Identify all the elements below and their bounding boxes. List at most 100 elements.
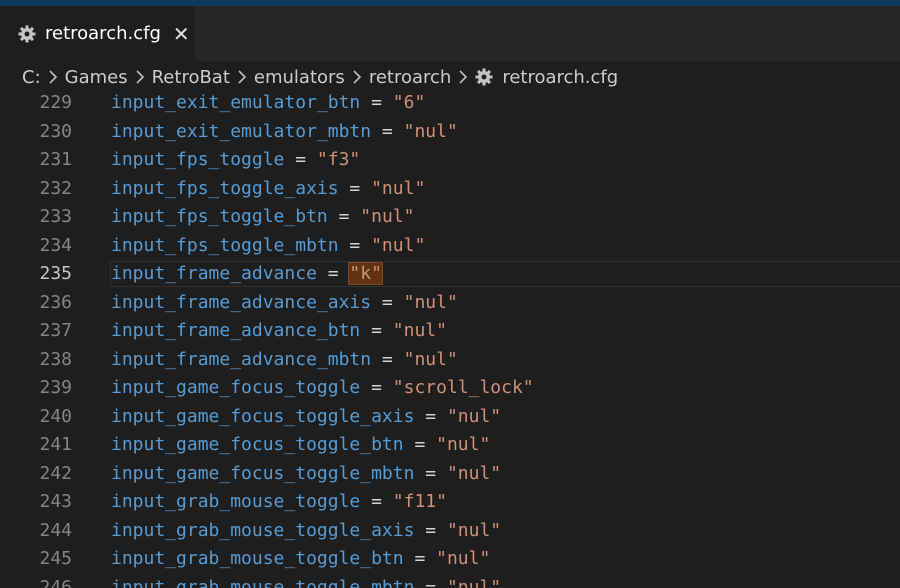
config-value: "nul" [446,519,502,541]
code-line[interactable]: 236 input_frame_advance_axis = "nul" [0,289,900,318]
assignment-operator: = [403,434,437,455]
code-text: input_exit_emulator_mbtn = "nul" [111,118,458,147]
code-line[interactable]: 235 input_frame_advance = "k" [0,260,900,289]
config-value: "f3" [316,149,361,170]
gear-icon [18,25,36,43]
code-line[interactable]: 243 input_grab_mouse_toggle = "f11" [0,488,900,517]
config-key: input_game_focus_toggle_btn [111,434,404,455]
code-line[interactable]: 231 input_fps_toggle = "f3" [0,146,900,175]
code-line[interactable]: 241 input_game_focus_toggle_btn = "nul" [0,431,900,460]
code-line[interactable]: 245 input_grab_mouse_toggle_btn = "nul" [0,545,900,574]
code-text: input_fps_toggle_axis = "nul" [111,175,425,204]
line-number: 240 [39,405,72,427]
chevron-right-icon [237,70,247,84]
config-key: input_fps_toggle [111,149,285,170]
tab-retroarch-cfg[interactable]: retroarch.cfg ✕ [0,6,195,61]
assignment-operator: = [414,519,447,541]
line-number: 231 [39,149,72,170]
breadcrumb-item[interactable]: emulators [254,67,345,88]
config-value: "nul" [371,177,426,199]
config-key: input_frame_advance_axis [111,291,372,313]
breadcrumb-item[interactable]: Games [65,67,128,88]
assignment-operator: = [360,377,393,398]
config-key: input_fps_toggle_mbtn [111,234,339,256]
line-number: 243 [39,491,72,512]
assignment-operator: = [371,348,404,370]
code-line[interactable]: 238 input_frame_advance_mbtn = "nul" [0,346,900,375]
code-text: input_grab_mouse_toggle_mbtn = "nul" [111,574,501,588]
code-text: input_game_focus_toggle_axis = "nul" [111,403,501,432]
assignment-operator: = [403,548,437,569]
assignment-operator: = [360,491,393,512]
line-number: 233 [39,206,72,227]
config-key: input_grab_mouse_toggle_axis [111,519,415,541]
config-key: input_fps_toggle_axis [111,177,339,199]
code-text: input_grab_mouse_toggle_btn = "nul" [111,545,490,574]
line-number: 239 [39,377,72,398]
code-line[interactable]: 246 input_grab_mouse_toggle_mbtn = "nul" [0,574,900,588]
code-line[interactable]: 240 input_game_focus_toggle_axis = "nul" [0,403,900,432]
config-value: "nul" [403,291,458,313]
config-value: "f11" [392,491,447,512]
config-value: "6" [392,93,426,113]
config-value: "nul" [446,576,502,588]
code-line[interactable]: 233 input_fps_toggle_btn = "nul" [0,203,900,232]
assignment-operator: = [360,320,393,341]
assignment-operator: = [371,120,404,142]
config-value: "nul" [360,206,415,227]
line-number: 245 [39,548,72,569]
assignment-operator: = [414,576,447,588]
config-key: input_fps_toggle_btn [111,206,328,227]
config-value: "nul" [371,234,426,256]
breadcrumb-item[interactable]: retroarch [369,67,452,88]
breadcrumb-file[interactable]: retroarch.cfg [475,67,618,88]
code-line[interactable]: 237 input_frame_advance_btn = "nul" [0,317,900,346]
chevron-right-icon [458,70,468,84]
config-key: input_game_focus_toggle_mbtn [111,462,415,484]
line-number: 242 [39,462,72,484]
tab-title: retroarch.cfg [45,23,161,44]
code-line[interactable]: 234 input_fps_toggle_mbtn = "nul" [0,232,900,261]
chevron-right-icon [352,70,362,84]
breadcrumb-item[interactable]: RetroBat [152,67,230,88]
config-key: input_grab_mouse_toggle_mbtn [111,576,415,588]
code-text: input_frame_advance_axis = "nul" [111,289,458,318]
chevron-right-icon [135,70,145,84]
config-value: "nul" [446,462,502,484]
line-number: 229 [39,93,72,113]
tab-bar: retroarch.cfg ✕ [0,6,900,61]
config-key: input_frame_advance_btn [111,320,361,341]
config-key: input_grab_mouse_toggle [111,491,361,512]
config-key: input_game_focus_toggle [111,377,361,398]
assignment-operator: = [284,149,317,170]
code-line[interactable]: 239 input_game_focus_toggle = "scroll_loc… [0,374,900,403]
code-line[interactable]: 242 input_game_focus_toggle_mbtn = "nul" [0,460,900,489]
breadcrumb: C: Games RetroBat emulators retroarch retroar… [0,61,900,93]
config-value: "nul" [403,120,458,142]
code-line[interactable]: 229 input_exit_emulator_btn = "6" [0,93,900,118]
config-key: input_exit_emulator_btn [111,93,361,113]
code-text: input_grab_mouse_toggle = "f11" [111,488,447,517]
code-text: input_grab_mouse_toggle_axis = "nul" [111,517,501,546]
config-key: input_frame_advance_mbtn [111,348,372,370]
assignment-operator: = [414,462,447,484]
code-line[interactable]: 244 input_grab_mouse_toggle_axis = "nul" [0,517,900,546]
assignment-operator: = [371,291,404,313]
assignment-operator: = [414,405,447,427]
assignment-operator: = [338,234,372,256]
line-number: 230 [39,120,72,142]
config-value: "nul" [392,320,447,341]
code-text: input_fps_toggle_mbtn = "nul" [111,232,425,261]
close-icon[interactable]: ✕ [173,24,190,44]
assignment-operator: = [360,93,393,113]
code-text: input_game_focus_toggle_mbtn = "nul" [111,460,501,489]
code-line[interactable]: 230 input_exit_emulator_mbtn = "nul" [0,118,900,147]
code-line[interactable]: 232 input_fps_toggle_axis = "nul" [0,175,900,204]
selected-config-value: "k" [348,262,383,285]
breadcrumb-item[interactable]: C: [22,67,41,88]
assignment-operator: = [327,206,361,227]
line-number: 237 [39,320,72,341]
config-key: input_grab_mouse_toggle_btn [111,548,404,569]
breadcrumb-file-label: retroarch.cfg [502,66,619,88]
code-editor[interactable]: 229 input_exit_emulator_btn = "6" 230 input… [0,93,900,588]
